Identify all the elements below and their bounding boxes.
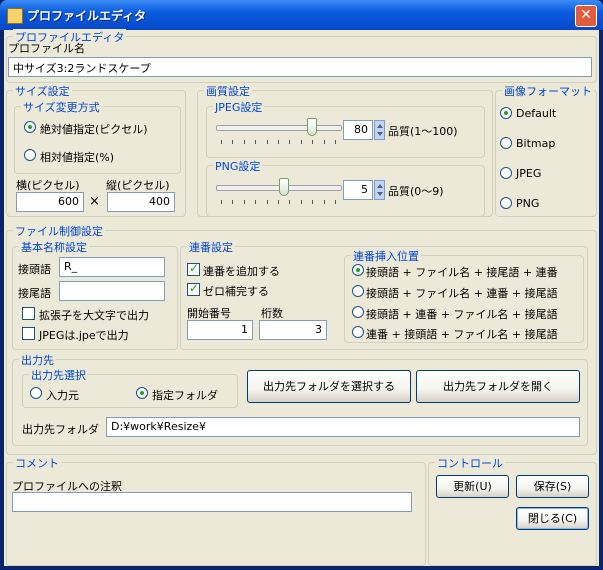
seq-position-label-1[interactable]: 接頭語 + ファイル名 + 接尾語 + 連番 [366, 264, 558, 280]
format-jpeg-label[interactable]: JPEG [516, 167, 541, 180]
add-sequence-label[interactable]: 連番を追加する [203, 263, 280, 279]
format-bitmap-label[interactable]: Bitmap [516, 137, 555, 150]
output-group-label: 出力先 [19, 352, 56, 368]
output-select-label: 出力先選択 [29, 367, 88, 383]
control-group-label: コントロール [435, 455, 505, 471]
uppercase-ext-checkbox[interactable] [22, 307, 35, 320]
choose-output-folder-button[interactable]: 出力先フォルダを選択する [247, 370, 411, 403]
window-title: プロファイルエディタ [27, 9, 147, 23]
output-folder-label[interactable]: 指定フォルダ [152, 387, 218, 403]
digits-label: 桁数 [261, 307, 283, 320]
jpeg-quality-range-label: 品質(1〜100) [388, 125, 458, 138]
jpeg-settings-label: JPEG設定 [213, 99, 265, 115]
seq-position-label-2[interactable]: 接頭語 + ファイル名 + 連番 + 接尾語 [366, 285, 558, 301]
png-level-range-label: 品質(0〜9) [388, 185, 444, 198]
zero-pad-checkbox[interactable] [187, 281, 200, 296]
format-png-radio[interactable] [500, 197, 512, 209]
jpeg-quality-spinner[interactable] [374, 120, 385, 140]
profile-editor-window: プロファイルエディタ ✕ プロファイルエディタ プロファイル名 中サイズ3:2ラ… [0, 0, 603, 570]
png-level-input[interactable]: 5 [343, 180, 373, 200]
format-jpeg-radio[interactable] [500, 167, 512, 179]
format-default-radio[interactable] [500, 107, 512, 119]
suffix-input[interactable] [59, 281, 165, 301]
seq-position-label-3[interactable]: 接頭語 + 連番 + ファイル名 + 接尾語 [366, 306, 558, 322]
jpeg-quality-slider-track[interactable] [216, 125, 342, 131]
close-window-button[interactable]: ✕ [575, 5, 597, 27]
seq-position-radio-4[interactable] [352, 326, 364, 338]
seq-position-radio-1[interactable] [352, 264, 364, 276]
file-control-group-label: ファイル制御設定 [13, 223, 105, 239]
client-area: プロファイルエディタ プロファイル名 中サイズ3:2ランドスケープ サイズ設定 … [4, 29, 599, 566]
app-icon [7, 8, 23, 24]
open-output-folder-button[interactable]: 出力先フォルダを開く [416, 370, 580, 403]
relative-size-label[interactable]: 相対値指定(%) [40, 149, 114, 165]
start-number-label: 開始番号 [187, 307, 231, 320]
format-default-label[interactable]: Default [516, 107, 556, 120]
basename-group-label: 基本名称設定 [19, 239, 89, 255]
quality-group-label: 画質設定 [204, 83, 252, 99]
prefix-input[interactable]: R_ [59, 257, 165, 277]
format-png-label[interactable]: PNG [516, 197, 539, 210]
profile-name-input[interactable]: 中サイズ3:2ランドスケープ [8, 57, 592, 77]
seq-position-radio-3[interactable] [352, 306, 364, 318]
profile-name-label: プロファイル名 [8, 42, 85, 55]
format-bitmap-radio[interactable] [500, 137, 512, 149]
comment-group-label: コメント [13, 455, 61, 471]
save-button[interactable]: 保存(S) [516, 475, 589, 498]
png-level-spinner[interactable] [374, 180, 385, 200]
height-input[interactable]: 400 [107, 192, 175, 212]
jpeg-quality-slider-thumb[interactable] [307, 118, 318, 136]
image-format-group-label: 画像フォーマット [502, 83, 594, 99]
profile-note-input[interactable] [12, 492, 412, 512]
output-folder-radio[interactable] [136, 387, 148, 399]
size-method-label: サイズ変更方式 [21, 99, 102, 115]
close-button[interactable]: 閉じる(C) [516, 507, 589, 530]
size-group-label: サイズ設定 [13, 83, 72, 99]
output-folder-field-label: 出力先フォルダ [22, 423, 99, 436]
height-label: 縦(ピクセル) [106, 179, 170, 192]
start-number-input[interactable]: 1 [187, 320, 253, 340]
title-bar[interactable]: プロファイルエディタ ✕ [0, 0, 603, 30]
png-level-slider-thumb[interactable] [279, 178, 290, 196]
sequence-position-group-label: 連番挿入位置 [351, 248, 421, 264]
width-label: 横(ピクセル) [16, 179, 80, 192]
prefix-label: 接頭語 [18, 263, 51, 276]
seq-position-radio-2[interactable] [352, 285, 364, 297]
png-slider-ticks [216, 200, 340, 204]
output-source-label[interactable]: 入力元 [46, 387, 79, 403]
uppercase-ext-label[interactable]: 拡張子を大文字で出力 [39, 307, 149, 323]
output-source-radio[interactable] [30, 387, 42, 399]
sequence-group-label: 連番設定 [187, 239, 235, 255]
jpeg-ext-label[interactable]: JPEGは.jpeで出力 [39, 327, 129, 343]
digits-input[interactable]: 3 [259, 320, 327, 340]
width-input[interactable]: 600 [16, 192, 84, 212]
zero-pad-label[interactable]: ゼロ補完する [203, 283, 269, 299]
jpeg-ext-checkbox[interactable] [22, 327, 35, 340]
seq-position-label-4[interactable]: 連番 + 接頭語 + ファイル名 + 接尾語 [366, 326, 558, 342]
jpeg-quality-input[interactable]: 80 [343, 120, 373, 140]
absolute-size-label[interactable]: 絶対値指定(ピクセル) [40, 121, 148, 137]
suffix-label: 接尾語 [18, 287, 51, 300]
output-folder-input[interactable]: D:¥work¥Resize¥ [106, 417, 580, 437]
times-sign: × [89, 194, 100, 209]
update-button[interactable]: 更新(U) [436, 475, 509, 498]
relative-size-radio[interactable] [24, 149, 36, 161]
png-settings-label: PNG設定 [213, 158, 263, 174]
jpeg-slider-ticks [216, 140, 340, 144]
add-sequence-checkbox[interactable] [187, 261, 200, 276]
absolute-size-radio[interactable] [24, 121, 36, 133]
